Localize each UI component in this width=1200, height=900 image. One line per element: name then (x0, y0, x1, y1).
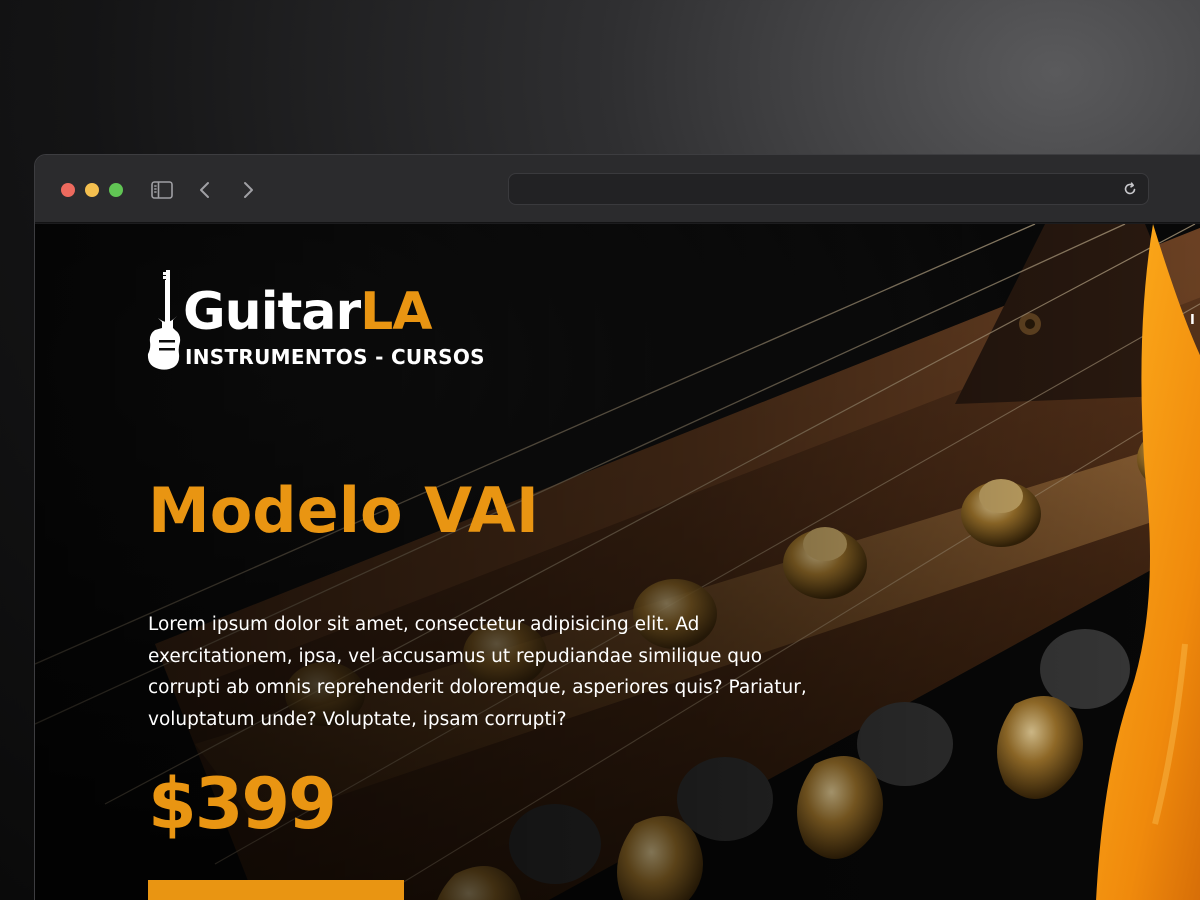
guitar-icon (147, 270, 181, 370)
address-bar[interactable] (508, 173, 1149, 205)
product-description: Lorem ipsum dolor sit amet, consectetur … (148, 614, 807, 730)
logo-name-white: Guitar (183, 282, 361, 342)
reload-icon[interactable] (1122, 181, 1138, 197)
product-title: Modelo VAI (148, 474, 539, 547)
browser-window: GuitarLA INSTRUMENTOS - CURSOS I Modelo … (34, 154, 1200, 900)
product-price: $399 (148, 763, 337, 845)
logo-tagline: INSTRUMENTOS - CURSOS (185, 345, 485, 369)
chevron-left-icon[interactable] (192, 177, 218, 203)
sidebar-toggle-icon[interactable] (149, 177, 175, 203)
view-product-button[interactable]: Ver producto (148, 880, 404, 900)
logo-wordmark: GuitarLA (183, 282, 433, 342)
chevron-right-icon[interactable] (235, 177, 261, 203)
zoom-window-button[interactable] (109, 183, 123, 197)
site-logo[interactable]: GuitarLA INSTRUMENTOS - CURSOS (147, 270, 485, 370)
minimize-window-button[interactable] (85, 183, 99, 197)
logo-name-accent: LA (360, 282, 432, 342)
close-window-button[interactable] (61, 183, 75, 197)
browser-toolbar (35, 155, 1200, 223)
nav-link-partial[interactable]: I (1190, 314, 1195, 328)
page-viewport: GuitarLA INSTRUMENTOS - CURSOS I Modelo … (35, 224, 1200, 900)
